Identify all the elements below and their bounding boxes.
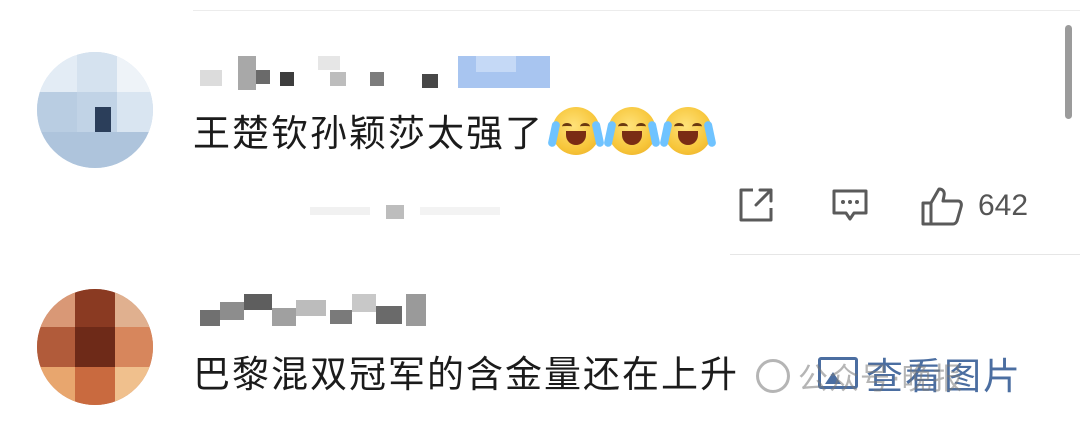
comment-divider [730,254,1080,255]
like-count: 642 [978,189,1029,222]
watermark: 公众号·晚报 [756,354,964,398]
watermark-text: 公众号·晚报 [798,362,964,397]
share-icon [739,188,773,222]
share-button[interactable] [736,185,776,225]
comment-text: 王楚钦孙颖莎太强了 [193,107,717,159]
top-divider [193,10,1080,11]
comment-body: 王楚钦孙颖莎太强了 [193,112,544,155]
comment-text: 巴黎混双冠军的含金量还在上升 [193,350,739,400]
username-blurred[interactable] [200,56,550,90]
thumbs-up-icon [921,187,963,226]
laugh-cry-emoji [603,107,661,155]
comment-body: 巴黎混双冠军的含金量还在上升 [193,353,739,396]
scrollbar[interactable] [1065,25,1072,119]
avatar[interactable] [37,52,153,168]
avatar[interactable] [37,289,153,405]
wechat-icon [756,359,790,393]
reply-button[interactable] [830,185,870,225]
comment-icon [832,189,868,221]
laugh-cry-emoji [659,107,717,155]
timestamp-blurred [310,205,510,219]
laugh-cry-emoji [547,107,605,155]
username-blurred[interactable] [200,294,430,328]
like-button[interactable]: 642 [920,185,1028,227]
